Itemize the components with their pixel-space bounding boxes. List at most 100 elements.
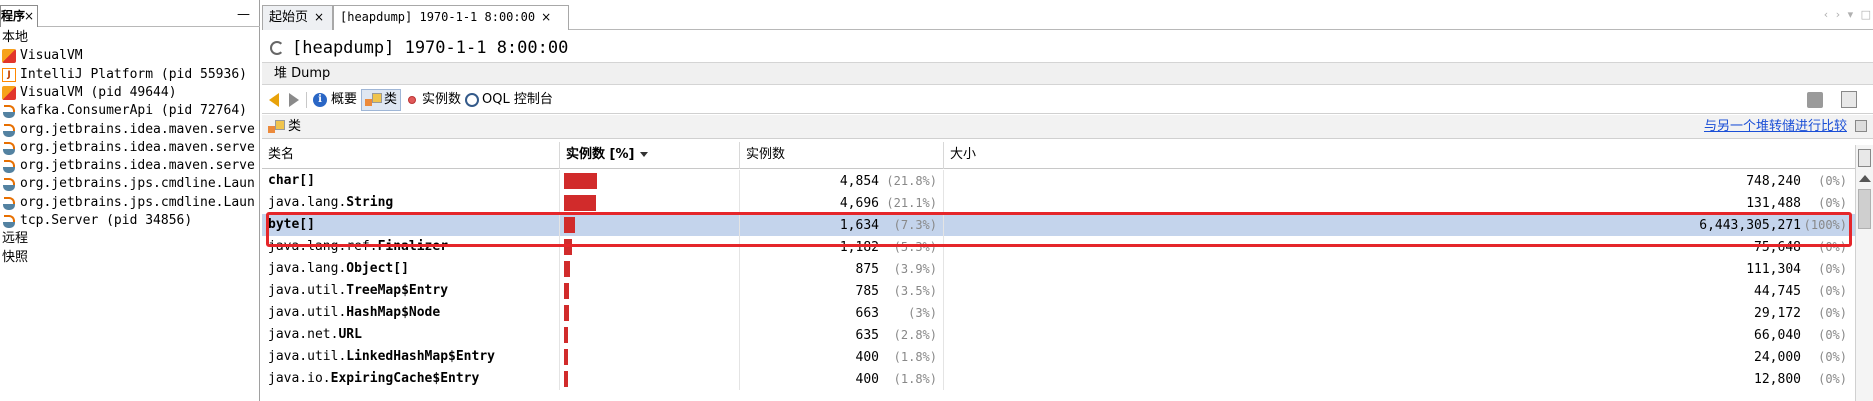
- column-instances-percent[interactable]: 实例数 [%]: [560, 142, 740, 169]
- size-cell: 111,304 (0%): [944, 258, 1855, 280]
- toolbar-separator: [306, 92, 307, 108]
- java-icon: [2, 123, 16, 137]
- tree-item[interactable]: org.jetbrains.jps.cmdline.Laun: [2, 193, 255, 213]
- size-cell: 44,745 (0%): [944, 280, 1855, 302]
- class-name-cell: java.io.ExpiringCache$Entry: [262, 368, 560, 390]
- overview-button[interactable]: i 概要: [310, 89, 360, 111]
- class-name-cell: char[]: [262, 170, 560, 192]
- class-simple-name: String: [346, 195, 394, 210]
- size-cell: 12,800 (0%): [944, 368, 1855, 390]
- percent-bar-cell: [560, 280, 740, 302]
- class-simple-name: char[]: [268, 173, 315, 188]
- document-tabbar: 起始页 × [heapdump] 1970-1-1 8:00:00 × ‹ › ▾ …: [262, 5, 1873, 30]
- save-icon[interactable]: [1807, 92, 1823, 108]
- column-instances[interactable]: 实例数: [740, 142, 944, 169]
- close-icon[interactable]: ×: [541, 10, 551, 24]
- tree-item-label: tcp.Server (pid 34856): [20, 213, 193, 228]
- table-body: char[] 4,854 (21.8%) 748,240 (0%) java.lang.S…: [262, 170, 1855, 390]
- class-name-cell: java.lang.String: [262, 192, 560, 214]
- back-button[interactable]: [266, 89, 282, 111]
- classes-button[interactable]: 类: [361, 89, 402, 111]
- forward-button[interactable]: [286, 89, 302, 111]
- table-row[interactable]: java.net.URL 635 (2.8%) 66,040 (0%): [262, 324, 1855, 346]
- tab-navigation[interactable]: ‹ › ▾ □: [1824, 8, 1873, 21]
- tree-item[interactable]: org.jetbrains.idea.maven.serve: [2, 120, 255, 140]
- size-percent: (0%): [1818, 306, 1847, 320]
- java-icon: [2, 196, 16, 210]
- table-row[interactable]: java.util.HashMap$Node 663 (3%) 29,172 (0%): [262, 302, 1855, 324]
- size-percent: (0%): [1818, 174, 1847, 188]
- tab-start-page[interactable]: 起始页 ×: [262, 5, 333, 30]
- visualvm-icon: [2, 49, 16, 64]
- tree-item[interactable]: org.jetbrains.jps.cmdline.Laun: [2, 174, 255, 194]
- tree-item[interactable]: 远程: [2, 229, 28, 249]
- percent-bar-cell: [560, 346, 740, 368]
- oql-console-button[interactable]: OQL 控制台: [462, 89, 556, 111]
- tree-item[interactable]: kafka.ConsumerApi (pid 72764): [2, 101, 247, 121]
- settings-icon[interactable]: [1841, 91, 1857, 108]
- tree-item[interactable]: VisualVM (pid 49644): [2, 83, 177, 103]
- table-row[interactable]: char[] 4,854 (21.8%) 748,240 (0%): [262, 170, 1855, 192]
- instances-percent: (3.5%): [893, 284, 937, 298]
- instances-value: 635: [855, 328, 879, 343]
- table-row[interactable]: java.lang.ref.Finalizer 1,182 (5.3%) 75,648…: [262, 236, 1855, 258]
- classes-table: 类名 实例数 [%] 实例数 大小 char[] 4,854 (21.8%) 748,…: [262, 142, 1855, 401]
- compare-heap-dump-link[interactable]: 与另一个堆转储进行比较: [1704, 115, 1847, 138]
- tree-item[interactable]: org.jetbrains.idea.maven.serve: [2, 156, 255, 176]
- column-class-name[interactable]: 类名: [262, 142, 560, 169]
- tree-item[interactable]: tcp.Server (pid 34856): [2, 211, 192, 231]
- size-value: 12,800: [1754, 372, 1801, 387]
- size-cell: 24,000 (0%): [944, 346, 1855, 368]
- tree-item[interactable]: VisualVM: [2, 46, 83, 66]
- instances-value: 875: [855, 262, 879, 277]
- tree-item-label: 远程: [2, 231, 29, 247]
- class-name-cell: java.net.URL: [262, 324, 560, 346]
- size-cell: 66,040 (0%): [944, 324, 1855, 346]
- close-icon[interactable]: ×: [314, 10, 324, 24]
- forward-arrow-icon: [289, 93, 299, 107]
- minimize-icon[interactable]: —: [237, 7, 250, 22]
- class-simple-name: TreeMap$Entry: [346, 283, 449, 298]
- detach-icon[interactable]: [1855, 120, 1867, 132]
- class-simple-name: Object[]: [346, 261, 409, 276]
- instances-cell: 4,696 (21.1%): [740, 192, 944, 214]
- table-row[interactable]: java.lang.String 4,696 (21.1%) 131,488 (0%): [262, 192, 1855, 214]
- table-row[interactable]: java.util.TreeMap$Entry 785 (3.5%) 44,745 (0…: [262, 280, 1855, 302]
- close-icon[interactable]: ×: [24, 6, 34, 26]
- applications-tab[interactable]: 程序 ×: [0, 5, 38, 27]
- instances-cell: 1,182 (5.3%): [740, 236, 944, 258]
- class-simple-name: byte[]: [268, 217, 315, 232]
- tree-item-label: org.jetbrains.idea.maven.serve: [20, 139, 255, 155]
- tree-item-label: kafka.ConsumerApi (pid 72764): [20, 103, 247, 119]
- intellij-icon: J: [2, 67, 16, 82]
- column-size[interactable]: 大小: [944, 142, 1855, 169]
- size-cell: 29,172 (0%): [944, 302, 1855, 324]
- heap-dump-label: 堆 Dump: [274, 66, 331, 81]
- tree-item-label: 本地: [2, 30, 29, 45]
- tab-heapdump[interactable]: [heapdump] 1970-1-1 8:00:00 ×: [333, 5, 569, 30]
- instances-value: 400: [855, 372, 879, 387]
- scroll-thumb[interactable]: [1858, 189, 1871, 229]
- instances-percent: (3%): [908, 306, 937, 320]
- table-row[interactable]: java.io.ExpiringCache$Entry 400 (1.8%) 12,8…: [262, 368, 1855, 390]
- java-icon: [2, 159, 16, 174]
- column-chooser-icon[interactable]: [1858, 149, 1871, 167]
- table-row[interactable]: java.lang.Object[] 875 (3.9%) 111,304 (0%): [262, 258, 1855, 280]
- tree-item[interactable]: J IntelliJ Platform (pid 55936): [2, 65, 247, 85]
- tree-item[interactable]: 本地: [2, 28, 28, 48]
- vertical-scrollbar[interactable]: [1855, 145, 1873, 401]
- table-row[interactable]: java.util.LinkedHashMap$Entry 400 (1.8%) 24…: [262, 346, 1855, 368]
- scroll-up-icon[interactable]: [1859, 175, 1871, 182]
- tree-item[interactable]: org.jetbrains.idea.maven.serve: [2, 138, 255, 158]
- page-title: [heapdump] 1970-1-1 8:00:00: [270, 36, 568, 60]
- classes-label: 类: [384, 92, 398, 107]
- instances-button[interactable]: 实例数: [401, 89, 464, 111]
- sort-descending-icon: [640, 152, 649, 157]
- instances-percent: (21.8%): [886, 174, 937, 188]
- class-simple-name: HashMap$Node: [346, 305, 441, 320]
- tree-item[interactable]: 快照: [2, 248, 28, 268]
- size-percent: (0%): [1818, 328, 1847, 342]
- heap-dump-bar: 堆 Dump: [262, 62, 1873, 85]
- table-row[interactable]: byte[] 1,634 (7.3%) 6,443,305,271 (100%): [262, 214, 1855, 236]
- visualvm-icon: [2, 85, 16, 100]
